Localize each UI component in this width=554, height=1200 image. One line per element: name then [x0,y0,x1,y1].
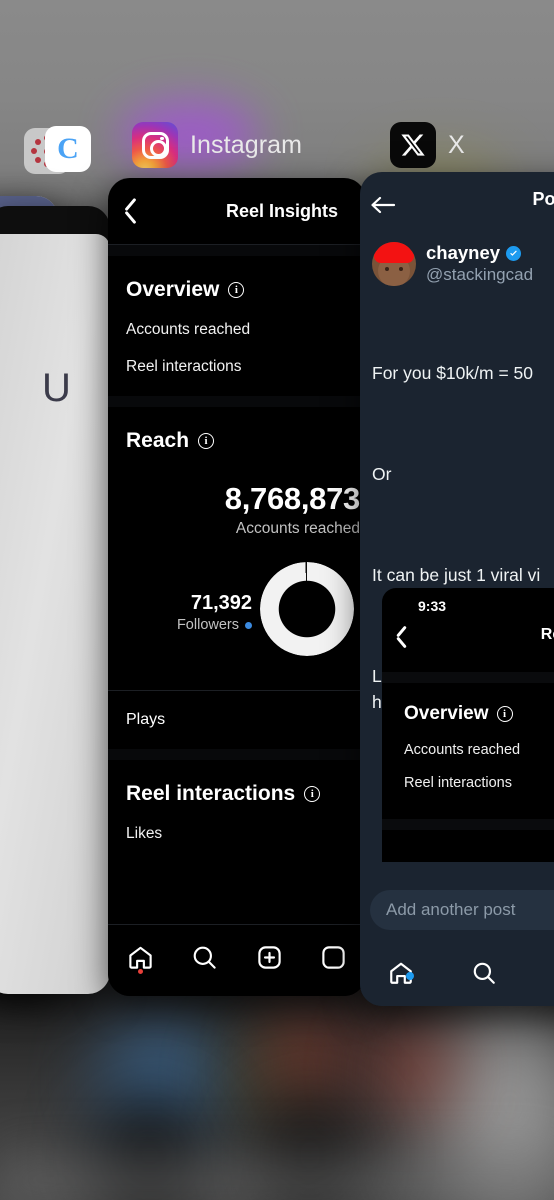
embedded-navbar: Reel In [382,614,554,662]
app-header-x[interactable]: X [390,122,465,168]
app-label-instagram: Instagram [190,130,303,159]
page-title: Po [532,189,554,209]
reel-interactions-heading: Reel interactions [126,782,296,805]
reach-donut-chart [260,562,354,656]
author-display-name: chayney [426,242,501,263]
app-label-x: X [448,130,465,159]
app-header-instagram[interactable]: Instagram [132,122,302,168]
plays-row[interactable]: Plays [108,691,366,729]
reel-interactions-section: Reel interactions i Likes [108,760,366,863]
tab-search[interactable] [443,960,526,986]
post-line-2: Or [372,464,392,484]
page-title: Reel Insights [225,200,339,221]
section-gap [382,819,554,830]
x-navbar: Po [360,172,554,238]
tab-search[interactable] [173,925,238,990]
reel-interactions-heading-row: Reel interactions i [108,782,366,806]
info-circle-icon[interactable]: i [228,282,245,298]
followers-label-row: Followers [160,617,252,633]
overview-heading: Overview [126,278,220,301]
reach-heading: Reach [126,429,190,452]
accounts-reached-value: 8,768,873 [224,481,361,516]
embedded-overview-heading: Overview [404,703,489,724]
app-card-instagram[interactable]: Reel Insights Overview i Accounts reache… [108,178,366,996]
accounts-reached-label: Accounts reached [235,520,360,537]
embedded-item-reel-interactions: Reel interactions [404,775,512,791]
followers-label: Followers [176,617,239,633]
app-header-canva[interactable]: C [45,126,91,172]
info-circle-icon: i [496,706,513,722]
avatar[interactable] [372,242,416,286]
overview-item-accounts-reached[interactable]: Accounts reached [108,302,366,339]
wallpaper-floor [0,1130,554,1200]
instagram-bottom-navbar [108,924,366,996]
home-badge-dot [137,969,143,974]
post-line-1: For you $10k/m = 50 [372,363,533,383]
embedded-page-title: Reel In [540,626,554,643]
wallpaper-blob [375,1030,450,1110]
tab-home[interactable] [360,960,443,986]
section-gap [382,672,554,683]
post-line-3: It can be just 1 viral vi [372,565,541,585]
author-handle: @stackingcad [426,265,534,284]
embedded-item-accounts-reached: Accounts reached [404,742,521,758]
post-author-row[interactable]: chayney @stackingcad [360,238,554,286]
followers-value: 71,392 [190,592,252,614]
overview-item-reel-interactions[interactable]: Reel interactions [108,339,366,376]
legend-dot-followers [245,621,252,629]
instagram-navbar: Reel Insights [108,178,366,244]
embedded-screenshot-media[interactable]: 9:33 Reel In Overview i Accounts reached… [382,588,554,862]
instagram-icon[interactable] [132,122,178,168]
app-card-canva[interactable]: U Now C This every of [0,206,110,994]
canva-icon[interactable]: C [45,126,91,172]
reach-heading-row: Reach i [108,429,366,453]
section-gap [108,245,366,256]
embedded-overview-heading-row: Overview i [382,703,554,725]
status-bar-time: 9:33 [418,598,447,614]
tab-communities[interactable] [525,960,554,986]
section-gap [108,749,366,760]
add-another-post-composer[interactable]: Add another post [370,890,554,930]
app-card-x[interactable]: Po chayney @stackingcad For you $10k/m =… [360,172,554,1006]
canva-subtitle: Now C This every of [4,464,110,580]
author-name-row: chayney [426,242,533,264]
canva-letter: C [57,132,79,165]
canva-title: U [42,366,71,410]
embedded-overview-section: Overview i Accounts reached Reel interac… [382,683,554,809]
reach-section: Reach i 8,768,873 Accounts reached 71,39… [108,407,366,749]
overview-section: Overview i Accounts reached Reel interac… [108,256,366,396]
canva-sheet [0,234,110,994]
section-gap [108,396,366,407]
x-bottom-navbar [360,940,554,1006]
info-circle-icon[interactable]: i [198,433,215,449]
reach-donut-chart-area: 71,392 Followers 8 [108,554,366,676]
followers-stat: 71,392 Followers [160,592,252,633]
composer-placeholder: Add another post [386,900,516,919]
likes-row[interactable]: Likes [108,806,366,843]
verified-badge-icon [506,245,522,261]
tab-reels[interactable] [302,925,367,990]
info-circle-icon[interactable]: i [304,786,321,802]
tab-create[interactable] [237,925,302,990]
tab-home[interactable] [108,925,173,990]
overview-heading-row: Overview i [108,278,366,302]
x-twitter-icon[interactable] [390,122,436,168]
